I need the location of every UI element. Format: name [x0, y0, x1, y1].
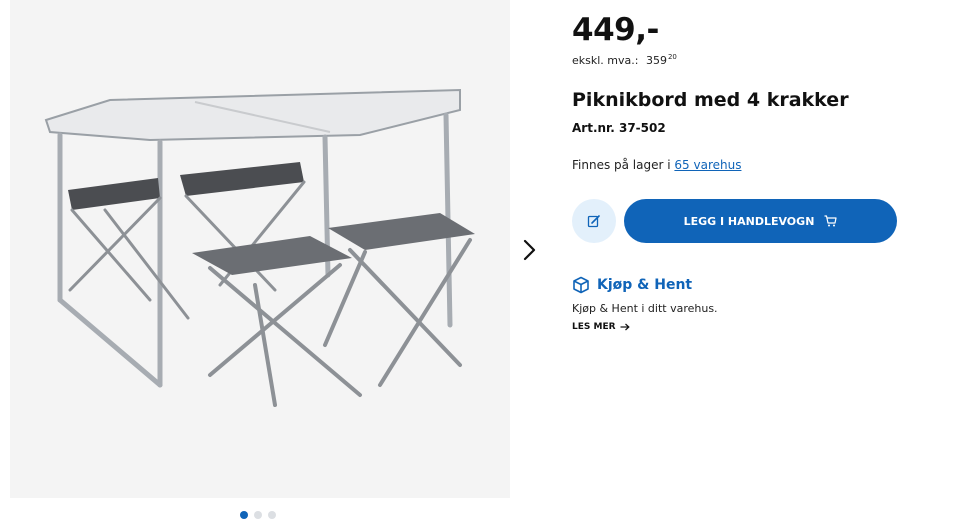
add-to-cart-button[interactable]: LEGG I HANDLEVOGN [624, 199, 897, 243]
vat-value: 359 [645, 54, 667, 67]
box-icon [573, 276, 589, 294]
gallery-pagination [240, 511, 276, 519]
article-number: Art.nr. 37-502 [572, 121, 666, 135]
price-excl-vat: ekskl. mva.: 35920 [572, 53, 677, 67]
add-note-button[interactable] [572, 199, 616, 243]
pencil-note-icon [587, 215, 600, 228]
vat-decimals: 20 [667, 53, 677, 61]
product-image [44, 88, 475, 407]
shopping-cart-icon [824, 215, 838, 227]
vat-label: ekskl. mva.: [572, 54, 639, 67]
product-title: Piknikbord med 4 krakker [572, 89, 849, 111]
next-image-arrow-icon[interactable] [518, 237, 540, 263]
gallery-dot-2[interactable] [254, 511, 262, 519]
arrow-right-icon [620, 323, 630, 331]
product-price: 449,- [572, 12, 659, 48]
stock-availability: Finnes på lager i 65 varehus [572, 158, 741, 172]
gallery-dot-3[interactable] [268, 511, 276, 519]
gallery-dot-1[interactable] [240, 511, 248, 519]
add-to-cart-label: LEGG I HANDLEVOGN [683, 214, 815, 228]
read-more-label: LES MER [572, 322, 616, 332]
stock-stores-link[interactable]: 65 varehus [674, 158, 741, 172]
click-and-collect-header: Kjøp & Hent [572, 276, 692, 294]
click-and-collect-title: Kjøp & Hent [597, 277, 693, 293]
click-and-collect-description: Kjøp & Hent i ditt varehus. [572, 302, 718, 315]
read-more-link[interactable]: LES MER [572, 322, 630, 332]
stock-prefix: Finnes på lager i [572, 158, 671, 172]
product-image-gallery[interactable] [10, 0, 510, 498]
